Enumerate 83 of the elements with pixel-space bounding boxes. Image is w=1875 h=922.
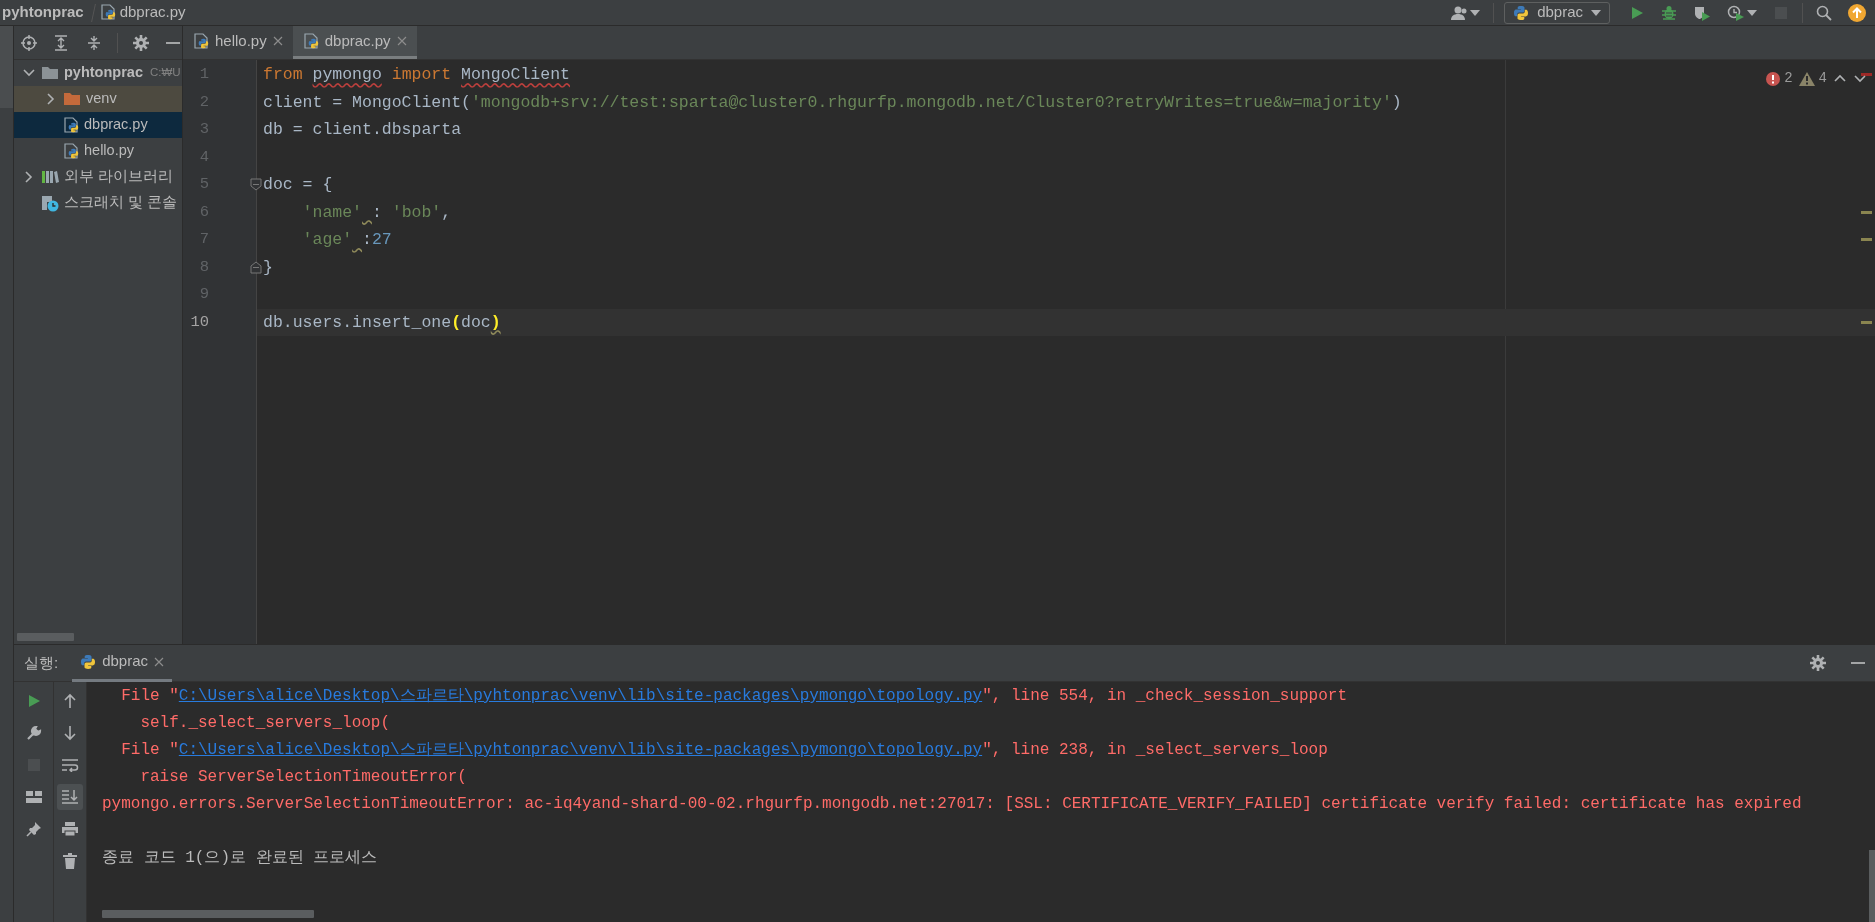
python-icon [80,653,97,670]
python-file-icon [99,4,116,21]
tree-item[interactable]: venv [14,86,182,112]
tree-item[interactable]: dbprac.py [14,112,182,138]
scroll-end-button[interactable] [57,784,83,810]
console-line: pymongo.errors.ServerSelectionTimeoutError: ac-iq4yand-shard-00-02.rhgurfp.mongodb.net:27017: [SSL: CERTIFICATE_VERIFY_FAILED] certificate verify failed: certificate has expired [102,794,1802,815]
scratch-file-icon [41,194,59,212]
tree-item[interactable]: pyhtonprac C:₩U [14,60,182,86]
bug-icon [1661,4,1677,21]
python-icon [1513,4,1530,21]
code-line: from pymongo import MongoClient [262,64,570,86]
panel-label: 실행: [23,652,60,673]
printer-icon [61,821,79,837]
console-line: self._select_servers_loop( [139,713,391,734]
trash-icon [63,853,77,869]
fold-marker-icon[interactable] [250,178,262,191]
editor-tab[interactable]: dbprac.py [292,26,417,59]
console-line: raise ServerSelectionTimeoutError( [139,767,467,788]
code-line: db = client.dbsparta [262,119,462,141]
expand-all-icon [54,34,69,51]
python-file-icon [302,32,319,50]
up-arrow-icon [63,693,77,709]
search-icon [1816,4,1832,21]
close-icon[interactable] [272,36,283,46]
breadcrumb-item[interactable]: dbprac.py [99,1,186,24]
error-stripe-mark[interactable] [1861,320,1872,324]
wrench-icon [25,725,42,741]
close-icon[interactable] [154,656,165,667]
clock-run-icon [1727,4,1745,21]
settings-icon [132,34,149,51]
scrollbar-thumb[interactable] [17,633,74,641]
code-line: doc = { [262,174,333,196]
caret-icon [1591,9,1601,16]
code-line: } [262,256,273,279]
path-hint: C:₩U [149,65,181,81]
python-file-icon [63,142,79,160]
run-icon [1629,4,1645,21]
console-line: File "C:\Users\alice\Desktop\스파르타\pyhtonprac\venv\lib\site-packages\pymongo\topology.py", line 238, in _select_servers_loop [120,740,1328,761]
file-link[interactable]: C:\Users\alice\Desktop\스파르타\pyhtonprac\venv\lib\site-packages\pymongo\topology.py [178,687,983,705]
scroll-to-end-icon [61,789,79,805]
settings-icon [1810,655,1826,671]
console-line: 종료 코드 1(으)로 완료된 프로세스 [102,848,378,869]
code-line: db.users.insert_one(doc) [262,311,501,334]
layout-icon [24,790,43,804]
run-configuration-dropdown[interactable]: dbprac [1504,1,1610,24]
error-icon [1766,71,1781,86]
console-line: File "C:\Users\alice\Desktop\스파르타\pyhtonprac\venv\lib\site-packages\pymongo\topology.py", line 554, in _check_session_support [120,686,1347,707]
caret-icon [1747,9,1757,16]
user-icon [1450,4,1469,21]
code-line: 'age' :27 [301,229,392,251]
locate-icon [21,34,38,51]
soft-wrap-icon [61,758,79,772]
line-number: 10 [189,311,209,333]
update-icon [1848,3,1866,22]
warning-icon [1798,71,1815,86]
warning-count[interactable]: 4 [1798,68,1827,89]
close-icon[interactable] [396,36,407,46]
scrollbar-thumb[interactable] [102,910,314,918]
minimize-icon [165,41,180,44]
scrollbar-thumb[interactable] [1869,850,1875,922]
folder-icon [63,91,81,107]
caret-icon [1470,9,1481,16]
error-stripe-mark[interactable] [1861,210,1872,214]
library-icon [41,169,59,185]
update-button[interactable] [1845,2,1869,23]
fold-marker-icon[interactable] [250,260,262,274]
error-count[interactable]: 2 [1766,68,1793,89]
tree-item[interactable]: 스크래치 및 콘솔 [14,190,182,216]
pin-icon [25,821,42,837]
editor-tab[interactable]: hello.py [183,26,293,59]
minimize-icon [1851,662,1865,664]
python-file-icon [63,116,79,134]
collapse-all-icon [86,34,101,51]
code-line: 'name' : 'bob', [301,201,452,224]
tree-item[interactable]: hello.py [14,138,182,164]
shield-run-icon [1693,4,1711,21]
folder-icon [41,65,59,81]
tree-item[interactable]: 외부 라이브러리 [14,164,182,190]
breadcrumb-item[interactable]: pyhtonprac [0,1,84,24]
down-arrow-icon [63,725,77,741]
code-line: client = MongoClient('mongodb+srv://test:sparta@cluster0.rhgurfp.mongodb.net/Cluster0?retryWrites=true&w=majority') [262,91,1402,114]
python-file-icon [193,32,209,50]
file-link[interactable]: C:\Users\alice\Desktop\스파르타\pyhtonprac\venv\lib\site-packages\pymongo\topology.py [178,741,983,759]
